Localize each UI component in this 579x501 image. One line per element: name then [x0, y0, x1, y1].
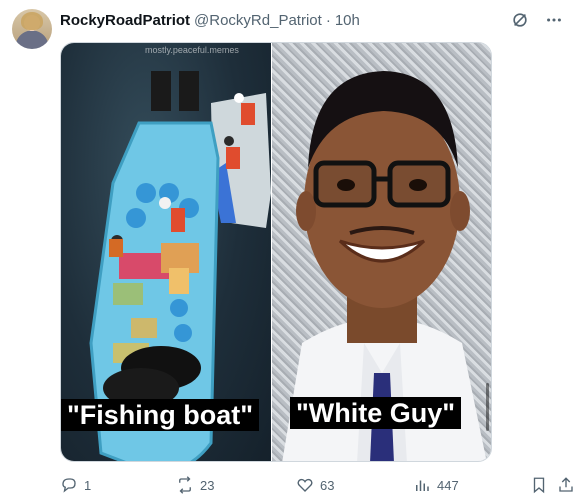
bookmark-icon: [533, 477, 545, 494]
post-header: RockyRoadPatriot @RockyRd_Patriot · 10h: [60, 10, 360, 30]
repost-count: 23: [200, 477, 215, 493]
avatar[interactable]: [12, 9, 52, 49]
post-media-image[interactable]: mostly.peaceful.memes "Fishing boat" "Wh…: [60, 42, 492, 462]
fishing-boat-photo: mostly.peaceful.memes "Fishing boat": [61, 43, 271, 461]
share-icon: [559, 477, 573, 492]
repost-button[interactable]: 23: [176, 474, 214, 496]
views-button[interactable]: 447: [413, 474, 459, 496]
like-button[interactable]: 63: [296, 474, 334, 496]
repost-icon: [179, 476, 191, 494]
more-icon[interactable]: [545, 11, 563, 29]
reply-count: 1: [84, 477, 92, 493]
bookmark-button[interactable]: [530, 474, 548, 496]
like-count: 63: [320, 477, 335, 493]
man-portrait-photo: "White Guy": [272, 43, 491, 461]
caption-fishing-boat: "Fishing boat": [61, 399, 260, 431]
views-icon: [416, 480, 429, 491]
share-button[interactable]: [557, 474, 575, 496]
action-bar: 1 23 63 447: [60, 474, 573, 496]
grok-icon[interactable]: [511, 11, 529, 29]
scrollbar[interactable]: [486, 383, 489, 431]
reply-button[interactable]: 1: [60, 474, 91, 496]
heart-icon: [297, 478, 313, 492]
display-name[interactable]: RockyRoadPatriot: [60, 12, 190, 29]
user-handle[interactable]: @RockyRd_Patriot: [194, 12, 322, 29]
caption-white-guy: "White Guy": [290, 397, 462, 429]
header-actions: [511, 11, 563, 29]
separator: ·: [325, 11, 331, 29]
post-time[interactable]: 10h: [335, 12, 360, 29]
watermark: mostly.peaceful.memes: [145, 45, 239, 55]
view-count: 447: [437, 477, 459, 493]
reply-icon: [62, 478, 76, 493]
